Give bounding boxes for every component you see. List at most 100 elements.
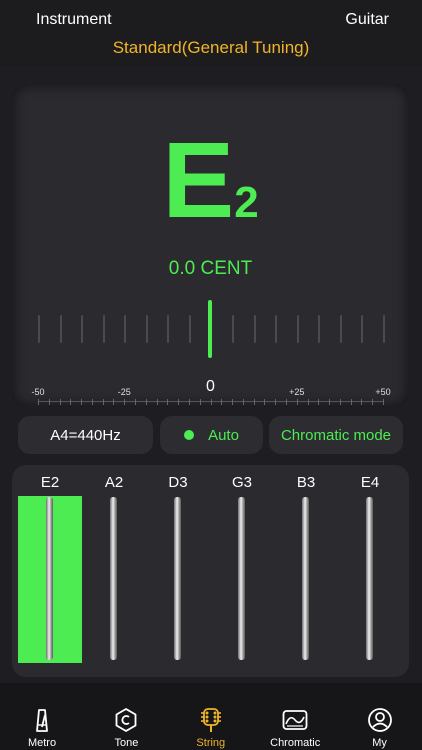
- cents-readout: 0.0 CENT: [168, 258, 253, 279]
- scale-minor-tick: [383, 399, 384, 405]
- scale-minor-tick: [81, 399, 83, 405]
- scale-minor-tick: [232, 399, 234, 405]
- bottom-tab-bar: Metro Tone String Chromatic My: [0, 683, 422, 750]
- guitar-headstock-icon: [198, 707, 224, 733]
- string-e4[interactable]: E4: [338, 465, 402, 677]
- tuning-selector[interactable]: Standard(General Tuning): [0, 38, 422, 58]
- scale-label: +50: [375, 387, 391, 397]
- header-bar: Instrument Guitar Standard(General Tunin…: [0, 0, 422, 66]
- scale-label: -50: [31, 387, 45, 397]
- meter-tick: [296, 315, 299, 343]
- string-d3[interactable]: D3: [146, 465, 210, 677]
- meter-tick: [38, 315, 40, 343]
- auto-label: Auto: [208, 426, 239, 444]
- chromatic-icon: [282, 707, 308, 733]
- meter-tick: [167, 315, 170, 343]
- scale-minor-tick: [102, 399, 104, 405]
- chromatic-mode-button[interactable]: Chromatic mode: [269, 416, 403, 454]
- meter-tick: [275, 315, 278, 343]
- tab-chromatic[interactable]: Chromatic: [253, 683, 337, 750]
- scale-minor-tick: [167, 399, 169, 405]
- auto-indicator-dot: [184, 430, 195, 440]
- note-readout: E2: [12, 126, 409, 234]
- meter-tick: [102, 315, 105, 343]
- scale-minor-tick: [296, 399, 298, 405]
- tab-tone[interactable]: Tone: [84, 683, 168, 750]
- scale-minor-tick: [156, 399, 158, 405]
- tuning-needle: [208, 300, 212, 358]
- scale-minor-tick: [113, 399, 115, 405]
- string-wire: [110, 497, 117, 660]
- scale-minor-tick: [361, 399, 363, 405]
- scale-minor-tick: [350, 399, 352, 405]
- metronome-icon: [29, 707, 55, 733]
- scale-minor-tick: [339, 399, 341, 405]
- tab-my[interactable]: My: [338, 683, 422, 750]
- scale-minor-tick: [307, 399, 309, 405]
- tuner-display: E2 0.0 CENT -50 -25 0 +25 +50: [12, 84, 409, 407]
- reference-pitch-button[interactable]: A4=440Hz: [18, 416, 153, 454]
- string-wire: [302, 497, 309, 660]
- meter-tick: [361, 315, 364, 343]
- string-label: D3: [168, 474, 188, 491]
- tab-label: Chromatic: [270, 737, 321, 749]
- meter-tick: [253, 315, 256, 343]
- scale-minor-tick: [242, 399, 244, 405]
- string-label: A2: [104, 474, 124, 491]
- tab-label: My: [372, 737, 387, 749]
- scale-minor-tick: [285, 399, 287, 405]
- meter-tick: [188, 315, 191, 343]
- scale-minor-tick: [199, 399, 201, 405]
- string-label: E2: [40, 474, 60, 491]
- scale-minor-tick: [318, 399, 320, 405]
- meter-tick: [145, 315, 148, 343]
- scale-minor-tick: [135, 399, 137, 405]
- tab-label: Tone: [114, 737, 139, 749]
- scale-minor-tick: [59, 399, 61, 405]
- scale-minor-tick: [329, 399, 331, 405]
- string-g3[interactable]: G3: [210, 465, 274, 677]
- string-wire: [366, 497, 373, 660]
- scale-minor-tick: [275, 399, 277, 405]
- scale-minor-tick: [38, 399, 39, 405]
- scale-minor-tick: [124, 399, 126, 405]
- meter-tick: [124, 315, 127, 343]
- strings-panel: E2 A2 D3 G3 B3 E4: [12, 465, 409, 677]
- scale-minor-tick: [253, 399, 255, 405]
- string-a2[interactable]: A2: [82, 465, 146, 677]
- scale-minor-tick: [372, 399, 374, 405]
- meter-tick: [383, 315, 385, 343]
- scale-label: -25: [117, 387, 131, 397]
- meter-tick: [339, 315, 342, 343]
- string-label: B3: [296, 474, 316, 491]
- instrument-value[interactable]: Guitar: [345, 11, 389, 29]
- tone-c-icon: [113, 707, 139, 733]
- note-octave: 2: [234, 178, 259, 227]
- string-b3[interactable]: B3: [274, 465, 338, 677]
- string-e2[interactable]: E2: [18, 465, 82, 677]
- auto-toggle[interactable]: Auto: [160, 416, 263, 454]
- string-wire: [238, 497, 245, 660]
- string-wire: [46, 497, 53, 660]
- string-label: G3: [231, 474, 252, 491]
- meter-tick: [81, 315, 84, 343]
- string-wire: [174, 497, 181, 660]
- tab-label: String: [196, 737, 226, 749]
- user-icon: [367, 707, 393, 733]
- instrument-button[interactable]: Instrument: [36, 11, 112, 29]
- scale-minor-tick: [188, 399, 190, 405]
- scale-minor-tick: [48, 399, 50, 405]
- scale-label: 0: [206, 378, 215, 395]
- meter-tick: [318, 315, 321, 343]
- scale-minor-tick: [221, 399, 223, 405]
- scale-minor-tick: [210, 399, 212, 405]
- scale-minor-tick: [178, 399, 180, 405]
- scale-minor-tick: [91, 399, 93, 405]
- scale-label: +25: [289, 387, 305, 397]
- tab-label: Metro: [27, 737, 57, 749]
- tab-metro[interactable]: Metro: [0, 683, 84, 750]
- meter-tick: [59, 315, 62, 343]
- tab-string[interactable]: String: [169, 683, 253, 750]
- scale-minor-tick: [145, 399, 147, 405]
- scale-minor-tick: [70, 399, 72, 405]
